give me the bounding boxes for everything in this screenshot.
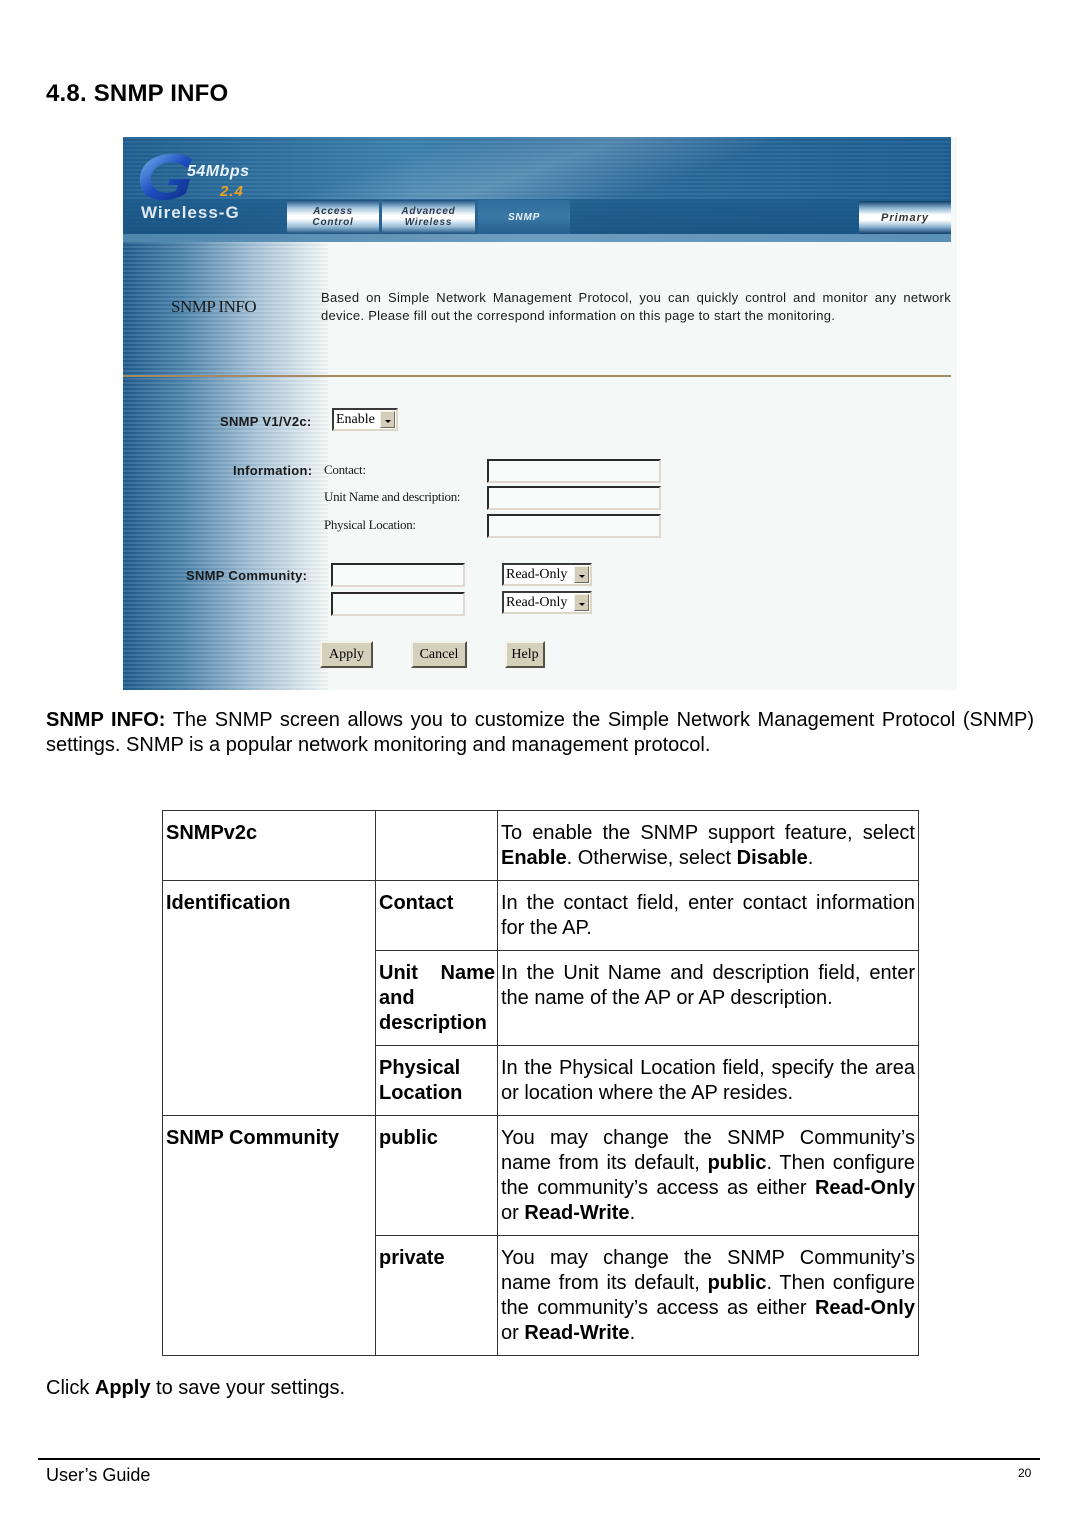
- page-heading: SNMP INFO: [171, 297, 257, 316]
- description-cell: In the Physical Location field, specify …: [497, 1045, 919, 1116]
- tab-label: SNMP: [507, 211, 541, 223]
- emphasis-text: Enable: [501, 847, 567, 869]
- help-button[interactable]: Help: [505, 641, 545, 668]
- table-row: SNMPv2c To enable the SNMP support featur…: [162, 810, 919, 881]
- divider: [123, 375, 951, 377]
- field-cell: public: [375, 1115, 498, 1236]
- tab-label-line2: Control: [312, 217, 354, 228]
- emphasis-text: Read-Write: [524, 1202, 630, 1224]
- description-text: .: [807, 847, 814, 869]
- unit-name-input[interactable]: [487, 486, 661, 510]
- dropdown-arrow-icon: [574, 566, 589, 583]
- group-cell: SNMP Community: [162, 1115, 376, 1236]
- field-cell: Unit Name and description: [375, 950, 498, 1046]
- primary-button[interactable]: Primary: [859, 201, 951, 234]
- emphasis-text: public: [707, 1272, 767, 1294]
- description-text: or: [501, 1322, 525, 1344]
- reference-table: SNMPv2c To enable the SNMP support featur…: [162, 810, 919, 1356]
- nav-tab-snmp[interactable]: SNMP: [478, 200, 570, 234]
- table-row: private You may change the SNMP Community…: [162, 1235, 919, 1356]
- tab-label-line2: Wireless: [404, 217, 453, 228]
- description-text: .: [629, 1322, 636, 1344]
- community-private-input[interactable]: [331, 592, 465, 616]
- emphasis-text: Read-Write: [524, 1322, 630, 1344]
- banner-bottom-bar: [123, 234, 951, 242]
- physical-location-label: Physical Location:: [324, 517, 416, 532]
- tab-label-line1: Access: [313, 206, 353, 217]
- snmp-version-label: SNMP V1/V2c:: [220, 414, 312, 429]
- outro-prefix: Click: [46, 1377, 95, 1399]
- table-row: Identification Contact In the contact fiel…: [162, 880, 919, 951]
- information-label: Information:: [233, 463, 313, 478]
- tab-label-line1: Advanced: [401, 206, 456, 217]
- emphasis-text: public: [707, 1152, 767, 1174]
- snmp-version-value: Enable: [336, 411, 375, 427]
- physical-location-input[interactable]: [487, 514, 661, 538]
- description-text: .: [629, 1202, 636, 1224]
- field-cell: Contact: [375, 880, 498, 951]
- description-cell: In the contact field, enter contact info…: [497, 880, 919, 951]
- apply-button[interactable]: Apply: [320, 641, 373, 668]
- footer-rule: [38, 1458, 1040, 1460]
- access-value: Read-Only: [506, 594, 568, 610]
- intro-lead: SNMP INFO:: [46, 709, 166, 731]
- description-text: In the Unit Name and description field, …: [501, 962, 915, 1009]
- description-cell: In the Unit Name and description field, …: [497, 950, 919, 1046]
- nav-tab-advanced-wireless[interactable]: Advanced Wireless: [382, 200, 475, 234]
- description-text: To enable the SNMP support feature, sele…: [501, 822, 915, 844]
- logo-product-name: Wireless-G: [141, 203, 240, 222]
- section-title: 4.8. SNMP INFO: [46, 80, 229, 107]
- community-private-access-select[interactable]: Read-Only: [502, 591, 592, 614]
- table-row: Physical Location In the Physical Locatio…: [162, 1045, 919, 1116]
- intro-text: The SNMP screen allows you to customize …: [46, 709, 1034, 756]
- cancel-button[interactable]: Cancel: [411, 641, 467, 668]
- description-cell: You may change the SNMP Community’s name…: [497, 1115, 919, 1236]
- snmp-version-select[interactable]: Enable: [332, 408, 398, 431]
- contact-input[interactable]: [487, 459, 661, 483]
- logo-band-text: 2.4: [220, 183, 244, 200]
- group-cell: SNMPv2c: [162, 810, 376, 881]
- emphasis-text: Disable: [736, 847, 808, 869]
- dropdown-arrow-icon: [380, 411, 395, 428]
- group-cell: [162, 1235, 376, 1356]
- description-text: . Otherwise, select: [566, 847, 737, 869]
- outro-paragraph: Click Apply to save your settings.: [46, 1377, 345, 1400]
- page-description: Based on Simple Network Management Proto…: [321, 290, 951, 323]
- page-number: 20: [1018, 1466, 1032, 1480]
- table-row: Unit Name and description In the Unit Nam…: [162, 950, 919, 1046]
- outro-bold: Apply: [94, 1377, 151, 1399]
- description-cell: You may change the SNMP Community’s name…: [497, 1235, 919, 1356]
- community-public-input[interactable]: [331, 563, 465, 587]
- logo-speed-text: 54Mbps: [187, 163, 250, 180]
- access-value: Read-Only: [506, 566, 568, 582]
- community-label: SNMP Community:: [186, 568, 308, 583]
- field-cell: private: [375, 1235, 498, 1356]
- description-text: or: [501, 1202, 525, 1224]
- dropdown-arrow-icon: [574, 594, 589, 611]
- description-text: In the contact field, enter contact info…: [501, 892, 915, 939]
- contact-label: Contact:: [324, 462, 366, 477]
- group-cell: Identification: [162, 880, 376, 951]
- description-cell: To enable the SNMP support feature, sele…: [497, 810, 919, 881]
- field-cell: [375, 810, 498, 881]
- footer-title: User’s Guide: [46, 1465, 151, 1485]
- community-public-access-select[interactable]: Read-Only: [502, 563, 592, 586]
- description-text: In the Physical Location field, specify …: [501, 1057, 915, 1104]
- group-cell: [162, 1045, 376, 1116]
- field-cell: Physical Location: [375, 1045, 498, 1116]
- outro-suffix: to save your settings.: [150, 1377, 345, 1399]
- group-cell: [162, 950, 376, 1046]
- router-ui-screenshot: 54Mbps 2.4 Wireless-G Access Control Adva…: [123, 137, 957, 690]
- table-row: SNMP Community public You may change the S…: [162, 1115, 919, 1236]
- intro-paragraph: SNMP INFO: The SNMP screen allows you to…: [46, 708, 1034, 758]
- emphasis-text: Read-Only: [814, 1177, 915, 1199]
- emphasis-text: Read-Only: [814, 1297, 915, 1319]
- nav-tab-access-control[interactable]: Access Control: [287, 200, 379, 234]
- unit-name-label: Unit Name and description:: [324, 489, 461, 504]
